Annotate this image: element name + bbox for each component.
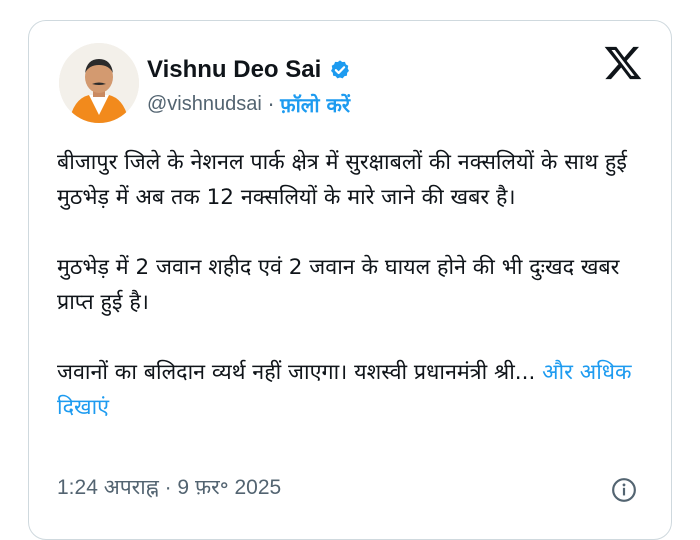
tweet-body: बीजापुर जिले के नेशनल पार्क क्षेत्र में … (57, 145, 647, 425)
author-handle[interactable]: @vishnudsai (147, 93, 262, 116)
separator-dot: · (267, 92, 275, 117)
avatar[interactable] (59, 43, 139, 123)
tweet-paragraph-2: मुठभेड़ में 2 जवान शहीद एवं 2 जवान के घा… (57, 255, 620, 315)
author-name[interactable]: Vishnu Deo Sai (147, 56, 321, 84)
tweet-paragraph-3-text: जवानों का बलिदान व्यर्थ नहीं जाएगा। यशस्… (57, 360, 536, 385)
avatar-portrait-icon (59, 43, 139, 123)
x-logo-icon[interactable] (603, 43, 643, 83)
author-name-row: Vishnu Deo Sai (147, 55, 351, 85)
handle-row: @vishnudsai · फ़ॉलो करें (147, 91, 350, 118)
tweet-paragraph-3: जवानों का बलिदान व्यर्थ नहीं जाएगा। यशस्… (57, 355, 647, 425)
tweet-card[interactable]: Vishnu Deo Sai @vishnudsai · फ़ॉलो करें … (28, 20, 672, 540)
info-icon[interactable] (611, 477, 637, 503)
follow-button[interactable]: फ़ॉलो करें (280, 91, 350, 118)
tweet-timestamp[interactable]: 1:24 अपराह्न · 9 फ़र॰ 2025 (57, 473, 281, 501)
tweet-paragraph-1: बीजापुर जिले के नेशनल पार्क क्षेत्र में … (57, 150, 627, 210)
verified-badge-icon (331, 60, 350, 79)
